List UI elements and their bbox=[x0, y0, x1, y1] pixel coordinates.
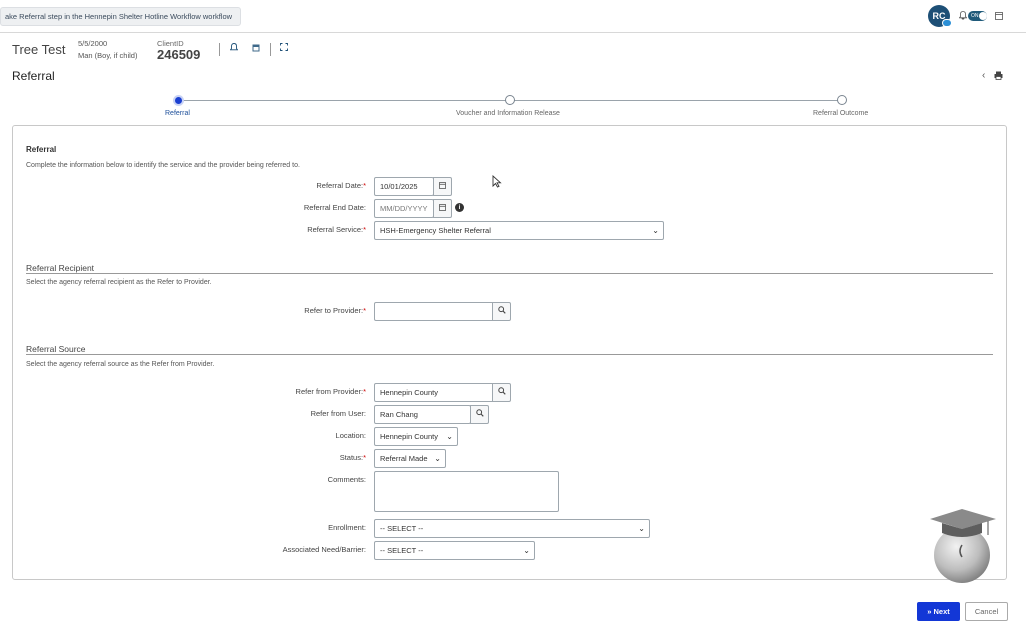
referral-service-select[interactable]: HSH-Emergency Shelter Referral ⌄ bbox=[374, 221, 664, 240]
toggle-knob bbox=[979, 12, 987, 20]
status-select[interactable]: Referral Made ⌄ bbox=[374, 449, 446, 468]
refer-from-provider-label: Refer from Provider:* bbox=[295, 387, 366, 396]
section-divider bbox=[26, 354, 993, 355]
client-dob: 5/5/2000 bbox=[78, 39, 108, 48]
next-button[interactable]: » Next bbox=[917, 602, 960, 621]
info-icon[interactable]: i bbox=[455, 203, 464, 212]
step-voucher-dot[interactable] bbox=[505, 95, 515, 105]
section-title-recipient: Referral Recipient bbox=[26, 263, 95, 273]
refer-from-provider-input[interactable]: Hennepin County bbox=[374, 383, 494, 402]
enrollment-select[interactable]: -- SELECT -- ⌄ bbox=[374, 519, 650, 538]
enrollment-label: Enrollment: bbox=[328, 523, 366, 532]
client-gender: Man (Boy, if child) bbox=[78, 51, 138, 60]
calendar-icon[interactable] bbox=[252, 43, 260, 54]
step-outcome-dot[interactable] bbox=[837, 95, 847, 105]
location-label: Location: bbox=[335, 431, 366, 440]
client-name: Tree Test bbox=[12, 42, 66, 57]
print-icon[interactable] bbox=[994, 71, 1003, 82]
bell-icon[interactable] bbox=[229, 43, 239, 54]
cancel-button[interactable]: Cancel bbox=[965, 602, 1008, 621]
expand-icon[interactable] bbox=[280, 43, 288, 53]
refer-from-user-input[interactable]: Ran Chang bbox=[374, 405, 471, 424]
search-icon[interactable] bbox=[470, 405, 489, 424]
step-referral-label[interactable]: Referral bbox=[165, 110, 190, 117]
help-mascot-icon[interactable] bbox=[928, 505, 998, 583]
section-description-referral: Complete the information below to identi… bbox=[26, 162, 300, 169]
toggle-label: ON bbox=[971, 13, 979, 19]
associated-need-value: -- SELECT -- bbox=[380, 546, 424, 555]
referral-date-label: Referral Date:* bbox=[316, 181, 366, 190]
chevron-left-icon[interactable]: ‹ bbox=[982, 71, 985, 81]
section-title-referral: Referral bbox=[26, 145, 57, 154]
location-select[interactable]: Hennepin County ⌄ bbox=[374, 427, 458, 446]
comments-label: Comments: bbox=[327, 475, 366, 484]
chevron-down-icon: ⌄ bbox=[434, 454, 441, 463]
location-value: Hennepin County bbox=[380, 432, 438, 441]
client-id-value: 246509 bbox=[157, 47, 201, 62]
chevron-down-icon: ⌄ bbox=[638, 524, 645, 533]
chevron-down-icon: ⌄ bbox=[446, 432, 453, 441]
calendar-icon[interactable] bbox=[433, 199, 452, 218]
associated-need-label: Associated Need/Barrier: bbox=[282, 545, 366, 554]
referral-end-date-input[interactable]: MM/DD/YYYY bbox=[374, 199, 434, 218]
search-icon[interactable] bbox=[492, 302, 511, 321]
section-divider bbox=[26, 273, 993, 274]
referral-service-label: Referral Service:* bbox=[307, 225, 366, 234]
avatar-status-icon bbox=[942, 19, 952, 27]
enrollment-value: -- SELECT -- bbox=[380, 524, 424, 533]
section-description-source: Select the agency referral source as the… bbox=[26, 361, 215, 368]
refer-to-provider-label: Refer to Provider:* bbox=[304, 306, 366, 315]
divider bbox=[270, 43, 271, 56]
calendar-icon[interactable] bbox=[433, 177, 452, 196]
page-title: Referral bbox=[12, 69, 55, 83]
referral-service-value: HSH-Emergency Shelter Referral bbox=[380, 226, 491, 235]
section-title-source: Referral Source bbox=[26, 344, 86, 354]
step-voucher-label[interactable]: Voucher and Information Release bbox=[456, 110, 560, 117]
calendar-icon[interactable] bbox=[995, 11, 1003, 22]
section-description-recipient: Select the agency referral recipient as … bbox=[26, 279, 212, 286]
comments-textarea[interactable] bbox=[374, 471, 559, 512]
status-label: Status:* bbox=[339, 453, 366, 462]
referral-end-date-label: Referral End Date: bbox=[303, 203, 366, 212]
chevron-down-icon: ⌄ bbox=[652, 226, 659, 235]
status-value: Referral Made bbox=[380, 454, 428, 463]
refer-from-user-label: Refer from User: bbox=[310, 409, 366, 418]
mouse-cursor-icon bbox=[492, 174, 502, 191]
chevron-down-icon: ⌄ bbox=[523, 546, 530, 555]
associated-need-select[interactable]: -- SELECT -- ⌄ bbox=[374, 541, 535, 560]
bell-icon[interactable] bbox=[958, 11, 968, 22]
search-icon[interactable] bbox=[492, 383, 511, 402]
divider bbox=[219, 43, 220, 56]
step-outcome-label[interactable]: Referral Outcome bbox=[813, 110, 868, 117]
referral-date-input[interactable]: 10/01/2025 bbox=[374, 177, 434, 196]
workflow-banner[interactable]: ake Referral step in the Hennepin Shelte… bbox=[0, 7, 242, 26]
refer-to-provider-input[interactable] bbox=[374, 302, 494, 321]
step-referral-dot[interactable] bbox=[173, 95, 184, 106]
